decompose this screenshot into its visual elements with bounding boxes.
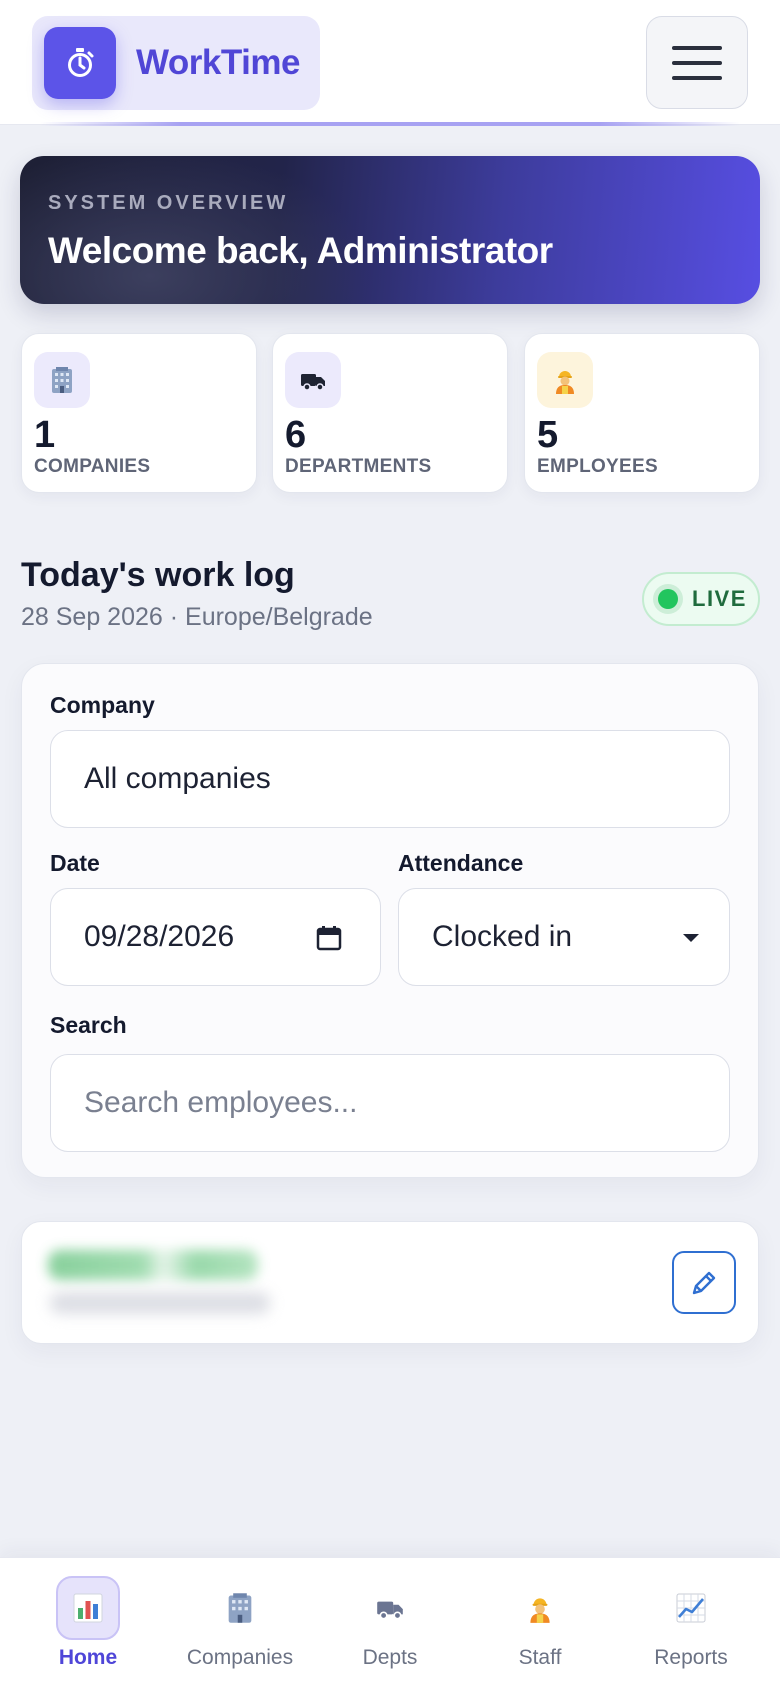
menu-button[interactable] [646, 16, 748, 109]
company-label: Company [50, 692, 155, 718]
office-building-icon [34, 352, 90, 408]
attendance-label: Attendance [398, 850, 524, 876]
filter-card: Company All companies Date 09/28/2026 At… [21, 663, 759, 1178]
nav-label: Companies [186, 1646, 294, 1669]
nav-item-companies[interactable]: Companies [162, 1558, 318, 1688]
nav-label: Staff [518, 1646, 562, 1669]
search-label: Search [50, 1012, 127, 1038]
nav-item-home[interactable]: Home [10, 1558, 166, 1688]
date-input[interactable]: 09/28/2026 [50, 888, 381, 986]
bottom-nav: Home Companies Depts Staff Reports [0, 1557, 780, 1688]
stat-label: DEPARTMENTS [285, 456, 432, 477]
live-status-badge: LIVE [642, 572, 760, 626]
attendance-select-value: Clocked in [432, 920, 573, 953]
live-label: LIVE [692, 586, 747, 611]
nav-label: Reports [654, 1646, 728, 1669]
nav-label: Depts [362, 1646, 418, 1669]
stat-value: 1 [34, 414, 56, 456]
section-title: Today's work log [21, 556, 295, 594]
app-name: WorkTime [136, 43, 300, 82]
company-select[interactable]: All companies [50, 730, 730, 828]
company-select-value: All companies [84, 762, 271, 795]
nav-item-staff[interactable]: Staff [462, 1558, 618, 1688]
stat-label: EMPLOYEES [537, 456, 658, 477]
stat-card-companies[interactable]: 1 COMPANIES [21, 333, 257, 493]
redacted-name [48, 1250, 258, 1280]
chevron-down-icon [683, 934, 699, 942]
header-accent-line [40, 122, 740, 126]
hamburger-menu-icon [672, 45, 722, 50]
attendance-select[interactable]: Clocked in [398, 888, 730, 986]
app-header: WorkTime [0, 0, 780, 126]
stopwatch-icon [44, 27, 116, 99]
redacted-details [50, 1292, 270, 1314]
stat-label: COMPANIES [34, 456, 151, 477]
stat-value: 5 [537, 414, 559, 456]
nav-item-reports[interactable]: Reports [613, 1558, 769, 1688]
section-subtitle: 28 Sep 2026 · Europe/Belgrade [21, 603, 373, 631]
pencil-icon [692, 1271, 716, 1294]
trend-chart-icon [659, 1576, 723, 1640]
employee-record-card[interactable] [21, 1221, 759, 1344]
banner-title: Welcome back, Administrator [48, 230, 553, 271]
nav-item-depts[interactable]: Depts [312, 1558, 468, 1688]
welcome-banner: SYSTEM OVERVIEW Welcome back, Administra… [20, 156, 760, 304]
date-input-value: 09/28/2026 [84, 920, 235, 953]
search-placeholder: Search employees... [84, 1086, 358, 1119]
edit-button[interactable] [672, 1251, 736, 1314]
search-input[interactable]: Search employees... [50, 1054, 730, 1152]
stat-value: 6 [285, 414, 307, 456]
calendar-icon[interactable] [316, 925, 342, 951]
truck-icon [358, 1576, 422, 1640]
brand-logo[interactable]: WorkTime [32, 16, 320, 110]
nav-label: Home [58, 1646, 118, 1669]
construction-worker-icon [537, 352, 593, 408]
truck-icon [285, 352, 341, 408]
stat-card-departments[interactable]: 6 DEPARTMENTS [272, 333, 508, 493]
banner-kicker: SYSTEM OVERVIEW [48, 192, 289, 214]
date-label: Date [50, 850, 100, 876]
construction-worker-icon [508, 1576, 572, 1640]
stats-row: 1 COMPANIES 6 DEPARTMENTS 5 EMPLOYEES [21, 333, 760, 493]
stat-card-employees[interactable]: 5 EMPLOYEES [524, 333, 760, 493]
office-building-icon [208, 1576, 272, 1640]
live-dot-icon [658, 589, 678, 609]
bar-chart-icon [56, 1576, 120, 1640]
